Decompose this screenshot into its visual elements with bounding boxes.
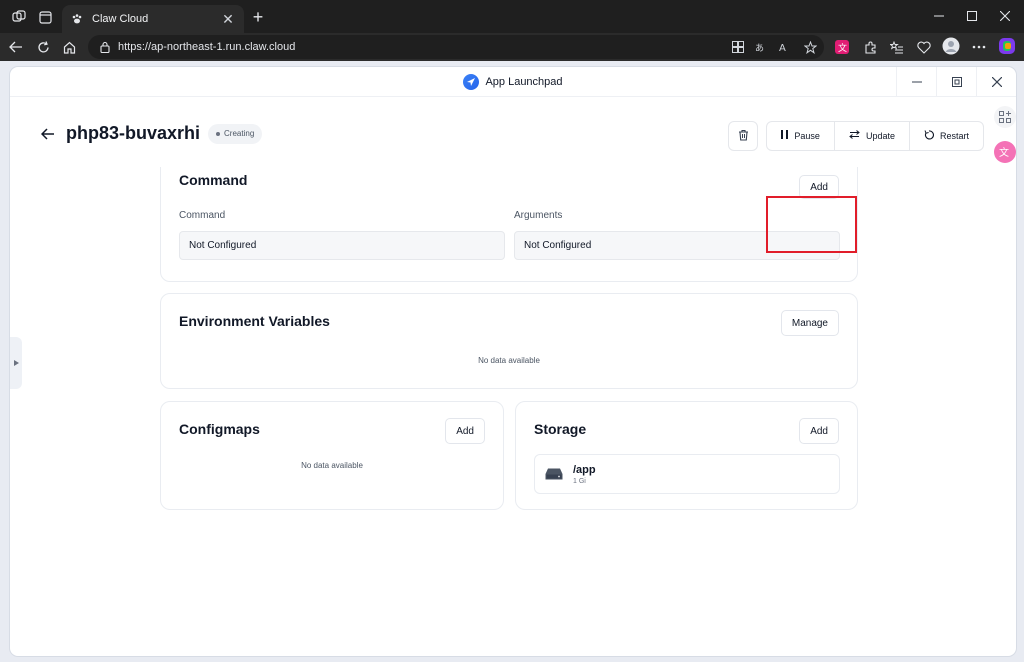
env-empty-text: No data available: [478, 356, 540, 365]
profile-avatar[interactable]: [941, 36, 961, 56]
storage-path: /app: [573, 463, 596, 476]
restart-button[interactable]: Restart: [908, 122, 983, 150]
app-window-title: App Launchpad: [485, 75, 563, 88]
read-aloud-icon[interactable]: A: [778, 39, 794, 55]
close-window-icon[interactable]: [995, 6, 1015, 26]
hard-drive-icon: [545, 468, 563, 480]
storage-add-button[interactable]: Add: [799, 418, 839, 444]
favorites-list-icon[interactable]: [887, 37, 907, 57]
storage-title: Storage: [534, 421, 587, 437]
trash-icon: [738, 129, 749, 144]
configmaps-add-button[interactable]: Add: [445, 418, 485, 444]
svg-text:文: 文: [999, 146, 1009, 159]
new-tab-button[interactable]: +: [248, 7, 268, 27]
svg-text:文: 文: [838, 42, 847, 54]
extension-red-icon[interactable]: 文: [832, 37, 852, 57]
pause-button[interactable]: Pause: [767, 122, 834, 150]
tab-title: Claw Cloud: [92, 13, 149, 25]
tab-close-icon[interactable]: ✕: [220, 11, 236, 28]
swap-arrows-icon: [849, 130, 860, 142]
back-button[interactable]: [38, 124, 58, 144]
storage-item[interactable]: /app 1 Gi: [534, 454, 840, 494]
translate-extension-icon[interactable]: 文: [994, 141, 1016, 163]
update-button[interactable]: Update: [833, 122, 909, 150]
browser-tab[interactable]: Claw Cloud ✕: [62, 5, 244, 33]
status-dot: [216, 131, 221, 136]
svg-text:あ: あ: [755, 43, 764, 53]
workspaces-icon[interactable]: [9, 7, 29, 27]
minimize-icon[interactable]: [929, 6, 949, 26]
grid-add-icon[interactable]: [994, 106, 1016, 128]
pause-label: Pause: [794, 131, 820, 141]
app-header: php83-buvaxrhi Creating: [38, 123, 263, 144]
command-label: Command: [179, 210, 226, 221]
favorite-star-icon[interactable]: [802, 39, 818, 55]
app-available-icon[interactable]: [730, 39, 746, 55]
storage-card: Storage Add /app 1 Gi: [515, 401, 858, 510]
lock-icon: [98, 40, 112, 54]
delete-button[interactable]: [728, 121, 759, 151]
arguments-label: Arguments: [514, 210, 563, 221]
env-variables-card: Environment Variables Manage No data ava…: [160, 293, 858, 389]
paw-icon: [70, 12, 84, 26]
status-text: Creating: [224, 129, 255, 138]
pause-icon: [781, 130, 789, 142]
more-options-icon[interactable]: [969, 37, 989, 57]
env-variables-title: Environment Variables: [179, 313, 330, 329]
app-minimize-icon[interactable]: [896, 67, 936, 97]
extensions-puzzle-icon[interactable]: [860, 37, 880, 57]
app-restore-icon[interactable]: [936, 67, 976, 97]
restart-icon: [924, 129, 935, 143]
browser-tab-bar: Claw Cloud ✕ +: [0, 0, 1024, 33]
status-badge: Creating: [208, 123, 263, 144]
app-window: App Launchpad php83-buvaxrhi Creating Pa…: [10, 67, 1016, 656]
browser-toolbar: https://ap-northeast-1.run.claw.cloud あ …: [0, 33, 1024, 61]
command-card: Command Add Command Arguments Not Config…: [160, 167, 858, 282]
app-actions: Pause Update Restart: [728, 121, 984, 151]
configmaps-title: Configmaps: [179, 421, 260, 437]
app-launchpad-logo-icon: [463, 73, 480, 90]
update-label: Update: [865, 131, 895, 141]
app-titlebar: App Launchpad: [10, 67, 1016, 97]
app-close-icon[interactable]: [976, 67, 1016, 97]
address-bar[interactable]: https://ap-northeast-1.run.claw.cloud あ …: [88, 35, 824, 59]
page-viewport: App Launchpad php83-buvaxrhi Creating Pa…: [0, 61, 1024, 662]
tab-actions-icon[interactable]: [35, 7, 55, 27]
restart-label: Restart: [939, 131, 969, 141]
configmaps-empty-text: No data available: [301, 461, 363, 470]
home-icon[interactable]: [59, 37, 79, 57]
lifecycle-button-group: Pause Update Restart: [766, 121, 984, 151]
manage-env-button[interactable]: Manage: [780, 310, 839, 336]
translate-icon[interactable]: あ: [754, 39, 770, 55]
browser-essentials-icon[interactable]: [914, 37, 934, 57]
copilot-icon[interactable]: [997, 36, 1017, 56]
app-name: php83-buvaxrhi: [66, 123, 201, 143]
command-title: Command: [179, 172, 248, 188]
maximize-icon[interactable]: [962, 6, 982, 26]
configmaps-card: Configmaps Add No data available: [160, 401, 504, 510]
storage-size: 1 Gi: [573, 477, 586, 485]
manage-highlight-box: [766, 196, 857, 253]
back-arrow-icon[interactable]: [6, 37, 26, 57]
refresh-icon[interactable]: [33, 37, 53, 57]
command-field[interactable]: Not Configured: [179, 231, 505, 260]
app-detail-content[interactable]: Command Add Command Arguments Not Config…: [10, 167, 1016, 656]
url-text: https://ap-northeast-1.run.claw.cloud: [118, 41, 296, 53]
svg-text:A: A: [779, 43, 786, 53]
